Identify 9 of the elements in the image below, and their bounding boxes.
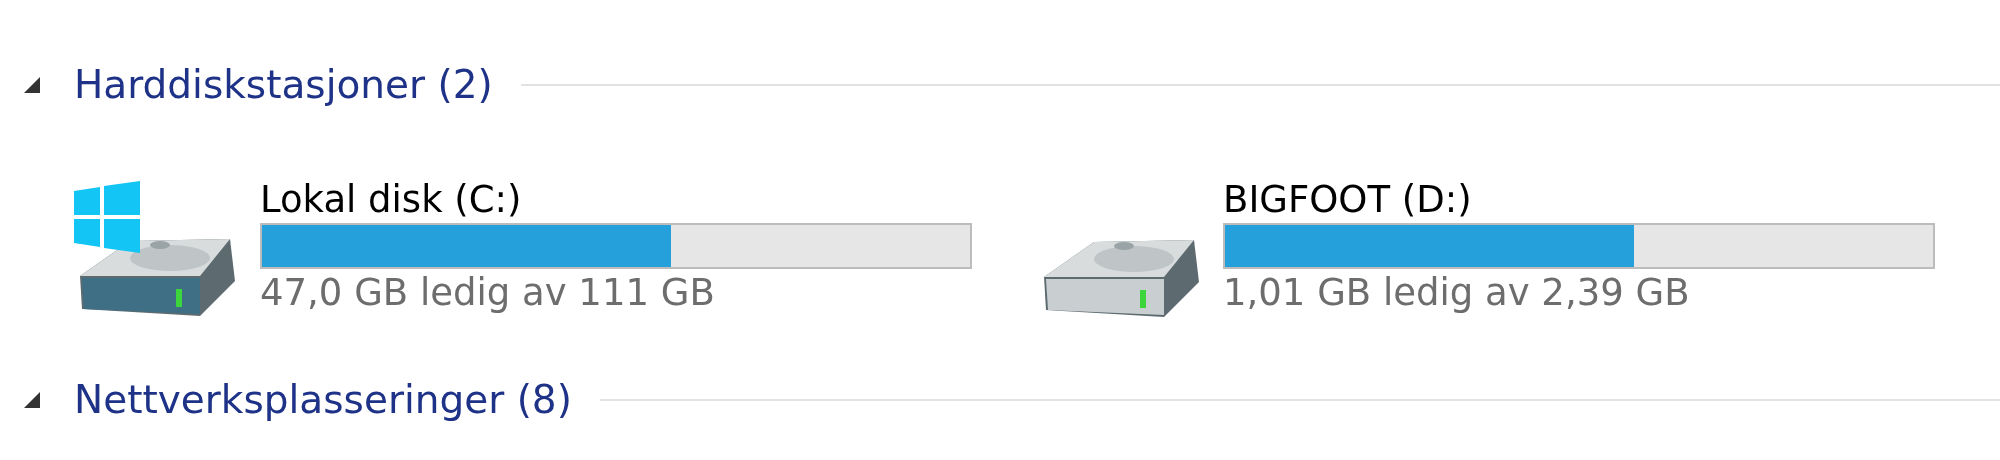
free-space-text: 1,01 GB ledig av 2,39 GB xyxy=(1223,269,1691,316)
drive-name[interactable]: Lokal disk (C:) xyxy=(260,178,972,223)
group-title[interactable]: Nettverksplasseringer (8) xyxy=(74,370,572,430)
drive-name[interactable]: BIGFOOT (D:) xyxy=(1223,178,1935,223)
collapse-arrow-icon[interactable] xyxy=(22,75,42,95)
free-space-text: 47,0 GB ledig av 111 GB xyxy=(260,269,716,316)
hard-drive-icon xyxy=(1042,237,1201,318)
collapse-arrow-icon[interactable] xyxy=(22,390,42,410)
group-title[interactable]: Harddiskstasjoner (2) xyxy=(74,55,493,115)
